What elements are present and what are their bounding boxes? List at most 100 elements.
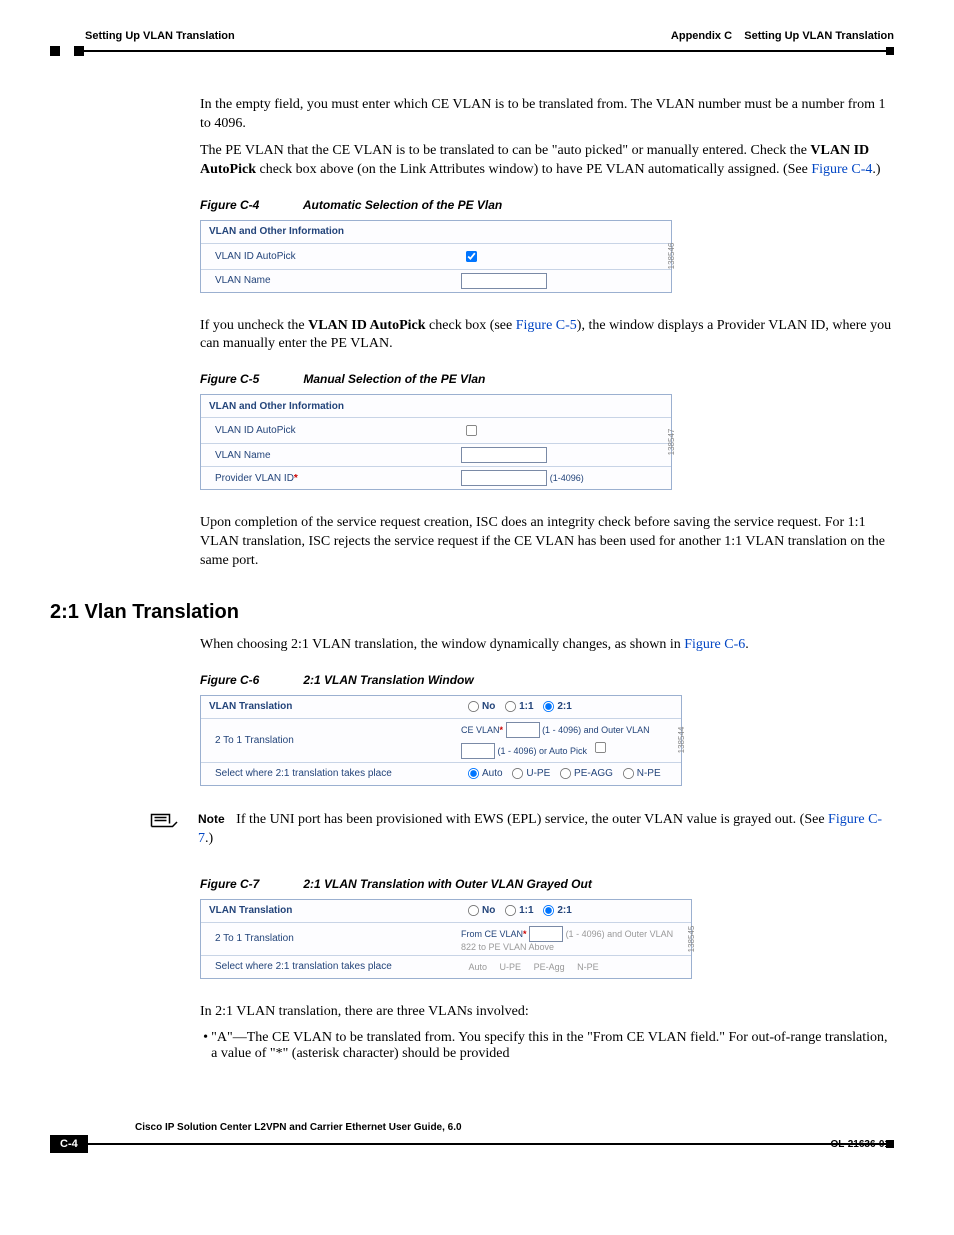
- fig-c4-vlanname-input[interactable]: [461, 273, 547, 289]
- fig-c4-title: Automatic Selection of the PE Vlan: [303, 198, 502, 212]
- fig-c4-head: VLAN and Other Information: [201, 221, 671, 244]
- fig-c7-head: VLAN Translation: [201, 900, 453, 923]
- fig-c6-head: VLAN Translation: [201, 696, 453, 719]
- figure-c7-caption: Figure C-7 2:1 VLAN Translation with Out…: [200, 877, 894, 891]
- fig-c6-radio-21[interactable]: [543, 701, 554, 712]
- fig-c7-opt21: 2:1: [557, 905, 571, 916]
- bullet-dot: •: [200, 1030, 211, 1062]
- fig-c6-peagg: PE-AGG: [574, 769, 613, 780]
- after-note-content: Figure C-7 2:1 VLAN Translation with Out…: [200, 877, 894, 1062]
- fig-c6-ce-label: CE VLAN: [461, 725, 500, 735]
- fig-c7-ce-input[interactable]: [529, 926, 563, 942]
- fig-c6-range2: (1 - 4096) or Auto Pick: [498, 746, 588, 756]
- fig-c5-autopick-label: VLAN ID AutoPick: [201, 418, 453, 444]
- fig-c6-radio-auto[interactable]: [468, 768, 479, 779]
- fig-c6-select-label: Select where 2:1 translation takes place: [201, 762, 453, 785]
- fig-c7-id: 138545: [687, 925, 696, 952]
- note-text2: .): [205, 831, 213, 846]
- fig-c7-select-row: Auto U-PE PE-Agg N-PE: [453, 955, 691, 978]
- note-paragraph: Note If the UNI port has been provisione…: [198, 811, 894, 849]
- fig-c7-radio-11[interactable]: [505, 905, 516, 916]
- footer-bar: C-4: [50, 1135, 894, 1153]
- section-21-content: When choosing 2:1 VLAN translation, the …: [200, 636, 894, 786]
- paragraph-3: If you uncheck the VLAN ID AutoPick chec…: [200, 317, 894, 355]
- fig-c7-2to1-label: 2 To 1 Translation: [201, 922, 453, 955]
- p3a: If you uncheck the: [200, 318, 308, 333]
- fig-c4-autopick-checkbox[interactable]: [466, 251, 477, 262]
- fig-c4-autopick-label: VLAN ID AutoPick: [201, 243, 453, 269]
- figure-c4-box: 138546 VLAN and Other Information VLAN I…: [200, 220, 672, 293]
- fig-c7-peagg: PE-Agg: [534, 962, 565, 972]
- fig-c5-autopick-checkbox[interactable]: [466, 425, 477, 436]
- fig-c5-title: Manual Selection of the PE Vlan: [303, 372, 485, 386]
- fig-c7-radio-21[interactable]: [543, 905, 554, 916]
- header-title: Setting Up VLAN Translation: [744, 30, 894, 42]
- fig-c5-vlanname-label: VLAN Name: [201, 444, 453, 467]
- note-text1: If the UNI port has been provisioned wit…: [236, 812, 828, 827]
- section-heading-21: 2:1 Vlan Translation: [50, 601, 894, 624]
- fig-c5-num: Figure C-5: [200, 372, 300, 386]
- page-header: Setting Up VLAN Translation Appendix C S…: [50, 30, 894, 42]
- figure-c5-box: 138547 VLAN and Other Information VLAN I…: [200, 394, 672, 490]
- figure-c5-link[interactable]: Figure C-5: [516, 318, 577, 333]
- fig-c6-upe: U-PE: [526, 769, 550, 780]
- fig-c5-vlanname-input[interactable]: [461, 447, 547, 463]
- fig-c7-select-label: Select where 2:1 translation takes place: [201, 955, 453, 978]
- body-content: In the empty field, you must enter which…: [200, 96, 894, 571]
- note-label: Note: [198, 812, 225, 826]
- fig-c6-num: Figure C-6: [200, 673, 300, 687]
- fig-c7-radio-no[interactable]: [468, 905, 479, 916]
- fig-c6-outer-input[interactable]: [461, 743, 495, 759]
- fig-c4-num: Figure C-4: [200, 198, 300, 212]
- figure-c6-link[interactable]: Figure C-6: [684, 637, 745, 652]
- p5a: When choosing 2:1 VLAN translation, the …: [200, 637, 684, 652]
- figure-c6-box: 138544 VLAN Translation No 1:1 2:1 2 To …: [200, 695, 682, 786]
- fig-c6-opt21: 2:1: [557, 702, 571, 713]
- fig-c7-npe: N-PE: [577, 962, 599, 972]
- fig-c6-radio-peagg[interactable]: [560, 768, 571, 779]
- fig-c7-2to1-cell: From CE VLAN* (1 - 4096) and Outer VLAN …: [453, 922, 691, 955]
- fig-c6-radio-no[interactable]: [468, 701, 479, 712]
- fig-c7-ce-label: From CE VLAN: [461, 929, 523, 939]
- figure-c6-caption: Figure C-6 2:1 VLAN Translation Window: [200, 673, 894, 687]
- footer-page: C-4: [50, 1135, 88, 1153]
- p2a: The PE VLAN that the CE VLAN is to be tr…: [200, 143, 810, 158]
- note-icon: [150, 811, 188, 838]
- page-footer: Cisco IP Solution Center L2VPN and Carri…: [50, 1122, 894, 1150]
- p2c: .): [872, 162, 880, 177]
- fig-c7-upe: U-PE: [500, 962, 522, 972]
- fig-c6-radio-upe[interactable]: [512, 768, 523, 779]
- fig-c6-radio-11[interactable]: [505, 701, 516, 712]
- paragraph-1: In the empty field, you must enter which…: [200, 96, 894, 134]
- fig-c7-opt11: 1:1: [519, 905, 533, 916]
- fig-c6-2to1-cell: CE VLAN* (1 - 4096) and Outer VLAN (1 - …: [453, 718, 681, 762]
- fig-c7-optno: No: [482, 905, 495, 916]
- fig-c4-id: 138546: [667, 243, 676, 270]
- bullet-1: • "A"—The CE VLAN to be translated from.…: [200, 1030, 894, 1062]
- fig-c5-head: VLAN and Other Information: [201, 395, 671, 418]
- p5b: .: [745, 637, 749, 652]
- fig-c7-auto: Auto: [469, 962, 488, 972]
- paragraph-4: Upon completion of the service request c…: [200, 514, 894, 571]
- paragraph-2: The PE VLAN that the CE VLAN is to be tr…: [200, 142, 894, 180]
- figure-c4-link[interactable]: Figure C-4: [811, 162, 872, 177]
- paragraph-6: In 2:1 VLAN translation, there are three…: [200, 1003, 894, 1022]
- p3bold: VLAN ID AutoPick: [308, 318, 425, 333]
- figure-c4-caption: Figure C-4 Automatic Selection of the PE…: [200, 198, 894, 212]
- p2b: check box above (on the Link Attributes …: [256, 162, 811, 177]
- fig-c6-ce-input[interactable]: [506, 722, 540, 738]
- header-rule: [50, 46, 894, 56]
- fig-c6-autopick-checkbox[interactable]: [595, 742, 606, 753]
- fig-c6-id: 138544: [677, 727, 686, 754]
- figure-c7-box: 138545 VLAN Translation No 1:1 2:1 2 To …: [200, 899, 692, 979]
- p3b: check box (see: [426, 318, 516, 333]
- footer-title: Cisco IP Solution Center L2VPN and Carri…: [50, 1122, 894, 1133]
- fig-c6-npe: N-PE: [637, 769, 661, 780]
- fig-c5-provider-input[interactable]: [461, 470, 547, 486]
- fig-c6-radio-npe[interactable]: [623, 768, 634, 779]
- bullet-1-text: "A"—The CE VLAN to be translated from. Y…: [211, 1030, 894, 1062]
- paragraph-5: When choosing 2:1 VLAN translation, the …: [200, 636, 894, 655]
- fig-c4-vlanname-label: VLAN Name: [201, 269, 453, 292]
- fig-c7-title: 2:1 VLAN Translation with Outer VLAN Gra…: [303, 877, 592, 891]
- fig-c5-range: (1-4096): [550, 473, 584, 483]
